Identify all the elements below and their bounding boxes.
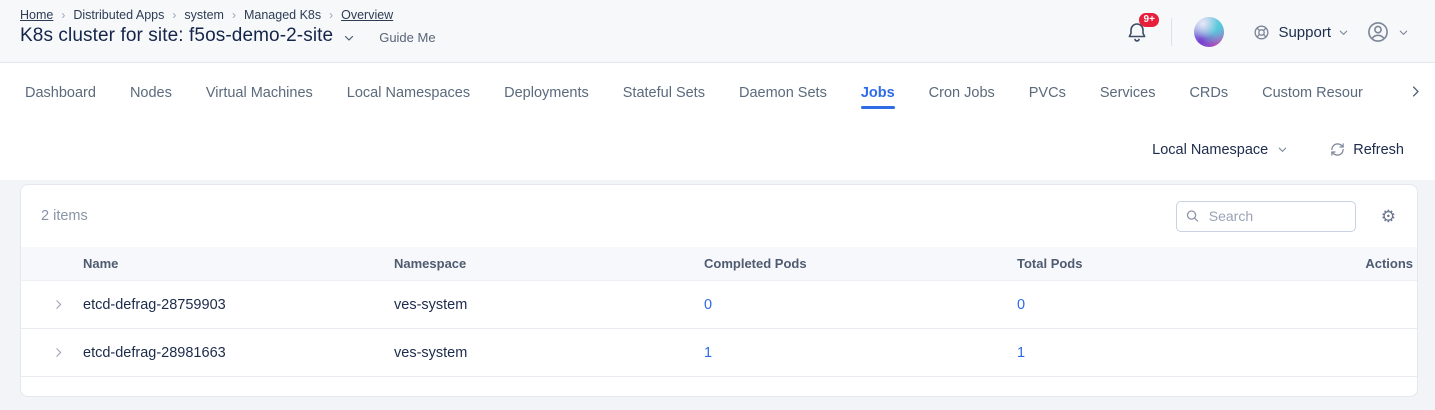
col-namespace: Namespace bbox=[394, 256, 704, 271]
user-account-icon bbox=[1365, 19, 1391, 45]
tab-jobs[interactable]: Jobs bbox=[861, 68, 895, 115]
tab-deployments[interactable]: Deployments bbox=[504, 68, 589, 115]
refresh-label: Refresh bbox=[1353, 142, 1404, 158]
job-name: etcd-defrag-28759903 bbox=[83, 297, 394, 313]
refresh-icon bbox=[1330, 142, 1345, 157]
notifications-button[interactable]: 9+ bbox=[1125, 20, 1149, 44]
tabs-scroll-right-button[interactable] bbox=[1408, 84, 1423, 99]
tab-dashboard[interactable]: Dashboard bbox=[25, 68, 96, 115]
tab-bar: Dashboard Nodes Virtual Machines Local N… bbox=[0, 63, 1435, 119]
title-row: K8s cluster for site: f5os-demo-2-site G… bbox=[20, 25, 436, 47]
tab-virtual-machines[interactable]: Virtual Machines bbox=[206, 68, 313, 115]
breadcrumb-home[interactable]: Home bbox=[20, 8, 53, 22]
card-footer-space bbox=[21, 377, 1417, 396]
header-left: Home › Distributed Apps › system › Manag… bbox=[20, 8, 436, 62]
guide-me-link[interactable]: Guide Me bbox=[379, 30, 435, 45]
support-buoy-icon bbox=[1252, 23, 1271, 42]
breadcrumb-separator: › bbox=[232, 8, 236, 22]
job-namespace: ves-system bbox=[394, 297, 704, 313]
local-namespace-label: Local Namespace bbox=[1152, 142, 1268, 158]
col-actions: Actions bbox=[1321, 256, 1417, 271]
tab-crds[interactable]: CRDs bbox=[1189, 68, 1228, 115]
breadcrumb: Home › Distributed Apps › system › Manag… bbox=[20, 8, 436, 22]
breadcrumb-managed-k8s[interactable]: Managed K8s bbox=[244, 8, 321, 22]
breadcrumb-separator: › bbox=[329, 8, 333, 22]
tenant-logo-sphere[interactable] bbox=[1194, 17, 1224, 47]
notification-badge: 9+ bbox=[1139, 13, 1159, 27]
col-total-pods: Total Pods bbox=[1017, 256, 1321, 271]
support-menu[interactable]: Support bbox=[1252, 23, 1349, 42]
page-title: K8s cluster for site: f5os-demo-2-site bbox=[20, 25, 333, 47]
row-expand-chevron-icon[interactable] bbox=[21, 298, 83, 311]
main-content: 2 items ⚙ Name Namespace Completed Pods bbox=[0, 180, 1435, 410]
table-settings-gear-icon[interactable]: ⚙ bbox=[1381, 208, 1396, 225]
local-namespace-selector[interactable]: Local Namespace bbox=[1152, 142, 1288, 158]
account-chevron-down-icon bbox=[1398, 27, 1409, 38]
tab-local-namespaces[interactable]: Local Namespaces bbox=[347, 68, 470, 115]
completed-pods-link[interactable]: 0 bbox=[704, 297, 712, 313]
col-completed-pods: Completed Pods bbox=[704, 256, 1017, 271]
header-right: 9+ Support bbox=[1125, 8, 1409, 62]
items-count: 2 items bbox=[41, 208, 88, 224]
table-header-row: Name Namespace Completed Pods Total Pods… bbox=[21, 247, 1417, 281]
search-icon bbox=[1185, 209, 1200, 224]
breadcrumb-system[interactable]: system bbox=[184, 8, 224, 22]
tab-daemon-sets[interactable]: Daemon Sets bbox=[739, 68, 827, 115]
total-pods-link[interactable]: 0 bbox=[1017, 297, 1025, 313]
job-name: etcd-defrag-28981663 bbox=[83, 345, 394, 361]
breadcrumb-separator: › bbox=[172, 8, 176, 22]
breadcrumb-separator: › bbox=[61, 8, 65, 22]
tab-custom-resources[interactable]: Custom Resour bbox=[1262, 68, 1363, 115]
tab-cron-jobs[interactable]: Cron Jobs bbox=[929, 68, 995, 115]
account-menu[interactable] bbox=[1365, 19, 1409, 45]
header-divider bbox=[1171, 18, 1172, 46]
breadcrumb-overview[interactable]: Overview bbox=[341, 8, 393, 22]
table-card-header-right: ⚙ bbox=[1176, 201, 1396, 232]
table-row: etcd-defrag-28981663 ves-system 1 1 bbox=[21, 329, 1417, 377]
refresh-button[interactable]: Refresh bbox=[1330, 142, 1404, 158]
col-name: Name bbox=[83, 256, 394, 271]
row-expand-chevron-icon[interactable] bbox=[21, 346, 83, 359]
page: Home › Distributed Apps › system › Manag… bbox=[0, 0, 1435, 410]
title-chevron-down-icon[interactable] bbox=[343, 32, 355, 44]
tab-stateful-sets[interactable]: Stateful Sets bbox=[623, 68, 705, 115]
completed-pods-link[interactable]: 1 bbox=[704, 345, 712, 361]
search-input[interactable] bbox=[1176, 201, 1356, 232]
jobs-table-card: 2 items ⚙ Name Namespace Completed Pods bbox=[20, 184, 1418, 397]
top-header-bar: Home › Distributed Apps › system › Manag… bbox=[0, 0, 1435, 63]
search-box bbox=[1176, 201, 1356, 232]
table-controls-row: Local Namespace Refresh bbox=[0, 119, 1435, 180]
table-row: etcd-defrag-28759903 ves-system 0 0 bbox=[21, 281, 1417, 329]
breadcrumb-distributed-apps[interactable]: Distributed Apps bbox=[73, 8, 164, 22]
total-pods-link[interactable]: 1 bbox=[1017, 345, 1025, 361]
table-card-header: 2 items ⚙ bbox=[21, 185, 1417, 247]
tab-nodes[interactable]: Nodes bbox=[130, 68, 172, 115]
namespace-chevron-down-icon bbox=[1277, 144, 1288, 155]
support-label: Support bbox=[1278, 24, 1331, 41]
tab-pvcs[interactable]: PVCs bbox=[1029, 68, 1066, 115]
job-namespace: ves-system bbox=[394, 345, 704, 361]
tab-services[interactable]: Services bbox=[1100, 68, 1156, 115]
support-chevron-down-icon bbox=[1338, 27, 1349, 38]
